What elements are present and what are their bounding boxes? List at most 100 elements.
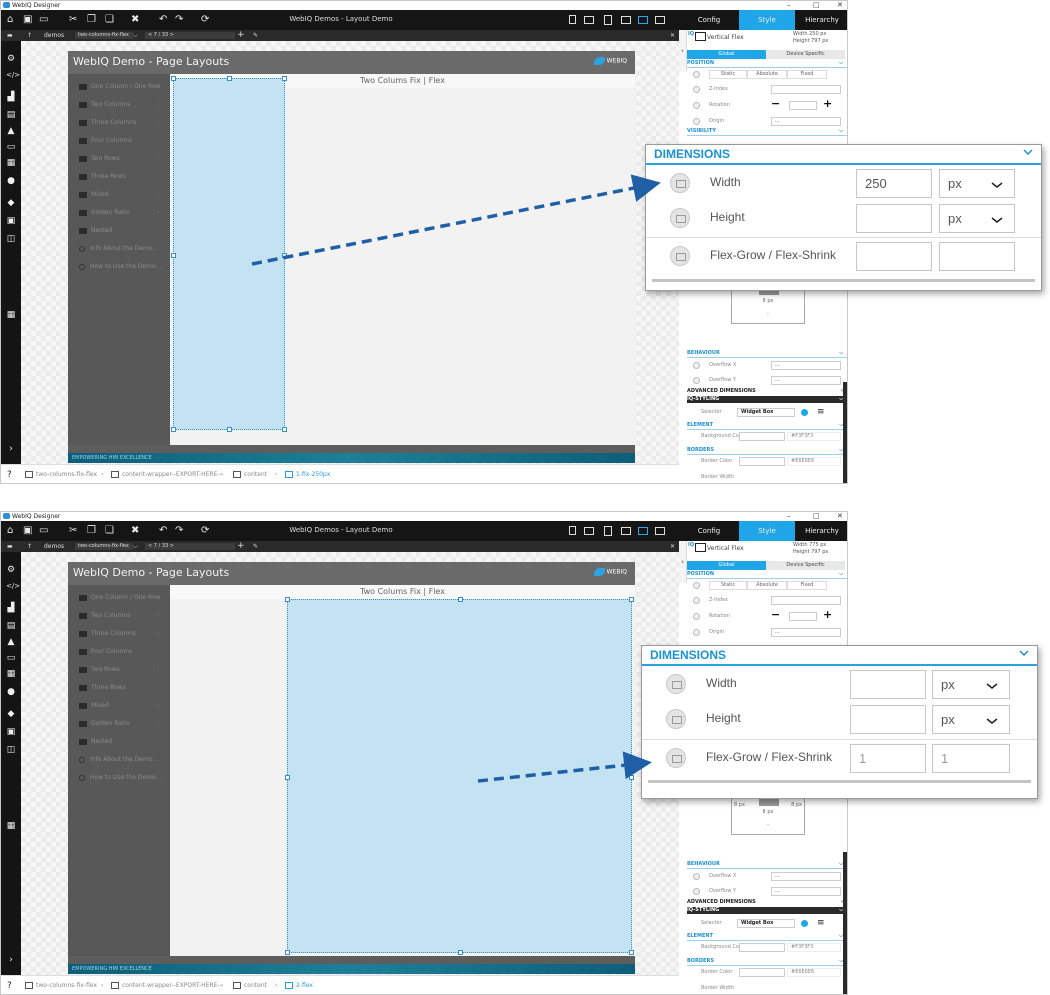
resize-handle[interactable]: [629, 775, 634, 780]
resize-handle[interactable]: [285, 597, 290, 602]
panel-scrollbar[interactable]: [843, 382, 847, 483]
nav-item[interactable]: Four Columns: [79, 647, 169, 657]
height-reset-icon[interactable]: [666, 709, 686, 729]
up-button[interactable]: ↑: [27, 541, 32, 552]
components-icon[interactable]: ⚙: [6, 55, 16, 64]
breadcrumb-item[interactable]: content-wrapper--EXPORT-HERE--: [111, 976, 222, 994]
device-phone-landscape-icon[interactable]: [584, 527, 594, 535]
border-color-value[interactable]: #E6E6E6: [787, 457, 841, 466]
resize-handle[interactable]: [629, 597, 634, 602]
rotation-increment[interactable]: +: [823, 98, 832, 109]
resize-handle[interactable]: [227, 76, 232, 81]
resize-handle[interactable]: [282, 427, 287, 432]
device-phone-portrait-icon[interactable]: [569, 15, 576, 24]
page-counter[interactable]: < 7 / 33 >: [145, 543, 191, 550]
help-icon[interactable]: ?: [7, 465, 12, 483]
nav-item[interactable]: One Column / One Row: [79, 82, 169, 92]
popup-scrollbar[interactable]: [648, 780, 1031, 783]
nav-item[interactable]: Two Columns ›: [79, 611, 169, 621]
dimensions-header[interactable]: DIMENSIONS: [646, 145, 1041, 165]
expand-icon[interactable]: ›: [6, 445, 16, 454]
list-icon[interactable]: ▦: [6, 159, 16, 168]
width-input[interactable]: [850, 670, 926, 699]
close-page-button[interactable]: ✕: [670, 541, 675, 552]
breadcrumb-item[interactable]: two-columns-fix-flex: [25, 976, 97, 994]
resize-handle[interactable]: [282, 253, 287, 258]
nav-item[interactable]: Two Rows ›: [79, 665, 169, 675]
close-window-button[interactable]: ✕: [837, 512, 843, 521]
position-absolute-button[interactable]: Absolute: [747, 581, 787, 590]
nav-item[interactable]: One Column / One Row: [79, 593, 169, 603]
edit-icon[interactable]: ✎: [253, 30, 258, 41]
nav-item[interactable]: How to Use the Demo...: [79, 262, 169, 272]
resize-handle[interactable]: [171, 76, 176, 81]
tab-hierarchy[interactable]: Hierarchy: [795, 521, 847, 541]
flex-reset-icon[interactable]: [670, 246, 690, 266]
up-button[interactable]: ↑: [27, 30, 32, 41]
maximize-button[interactable]: □: [813, 512, 820, 521]
nav-item[interactable]: Nested: [79, 737, 169, 747]
project-name[interactable]: demos: [44, 30, 64, 41]
edit-icon[interactable]: ✎: [253, 541, 258, 552]
width-reset-icon[interactable]: [666, 674, 686, 694]
flex-shrink-input[interactable]: 1: [932, 744, 1010, 773]
border-color-swatch[interactable]: [739, 968, 785, 977]
widgets-icon[interactable]: ▟: [6, 93, 16, 102]
section-behaviour[interactable]: BEHAVIOUR ⌵: [687, 350, 847, 358]
grid-icon[interactable]: ▦: [6, 311, 16, 320]
page-select[interactable]: two-columns-fix-flex: [75, 543, 133, 550]
selector-target-icon[interactable]: [801, 409, 808, 416]
device-tablet-landscape-icon[interactable]: [621, 527, 631, 535]
height-input[interactable]: [850, 705, 926, 734]
tab-global[interactable]: Global: [687, 50, 766, 59]
nav-item[interactable]: Three Rows: [79, 172, 169, 182]
resize-handle[interactable]: [285, 775, 290, 780]
device-desktop-icon[interactable]: [638, 527, 648, 535]
nav-item[interactable]: Mixed ›: [79, 701, 169, 711]
resize-handle[interactable]: [285, 950, 290, 955]
page-search[interactable]: [191, 543, 235, 550]
input-icon[interactable]: ▭: [6, 654, 16, 663]
nav-item[interactable]: Golden Ratio ›: [79, 719, 169, 729]
tab-style[interactable]: Style: [739, 10, 795, 30]
position-fixed-button[interactable]: Fixed: [787, 70, 827, 79]
overflow-y-select[interactable]: ...: [771, 376, 841, 385]
position-static-button[interactable]: Static: [709, 581, 747, 590]
rotation-increment[interactable]: +: [823, 609, 832, 620]
tab-device-specific[interactable]: Device Specific: [766, 50, 845, 59]
chevron-down-icon[interactable]: ⌵: [133, 541, 138, 552]
tab-global[interactable]: Global: [687, 561, 766, 570]
page-counter[interactable]: < 7 / 33 >: [145, 32, 191, 39]
tab-style[interactable]: Style: [739, 521, 795, 541]
breadcrumb-item[interactable]: content-wrapper--EXPORT-HERE--: [111, 465, 222, 483]
origin-select[interactable]: ...: [771, 117, 841, 126]
resize-handle[interactable]: [458, 597, 463, 602]
screen-icon[interactable]: ▣: [6, 217, 16, 226]
nav-item[interactable]: Two Columns ›: [79, 100, 169, 110]
breadcrumb-item[interactable]: content: [233, 976, 267, 994]
collapse-panel-button[interactable]: ‹: [679, 541, 687, 583]
tab-config[interactable]: Config: [679, 10, 739, 30]
width-reset-icon[interactable]: [670, 173, 690, 193]
close-page-button[interactable]: ✕: [670, 30, 675, 41]
section-advanced-dimensions[interactable]: ADVANCED DIMENSIONS ‹: [687, 899, 847, 906]
page-search[interactable]: [191, 32, 235, 39]
design-canvas[interactable]: WebIQ Demo - Page Layouts WEBIQ One Colu…: [21, 41, 679, 464]
nav-item[interactable]: Info About the Demo...: [79, 244, 169, 254]
layout-icon[interactable]: ▤: [6, 622, 16, 631]
width-unit-select[interactable]: px: [932, 670, 1010, 699]
selector-input[interactable]: Widget Box: [737, 408, 795, 417]
selector-input[interactable]: Widget Box: [737, 919, 795, 928]
device-tablet-portrait-icon[interactable]: [604, 15, 612, 25]
list-icon[interactable]: ▦: [6, 670, 16, 679]
position-static-button[interactable]: Static: [709, 70, 747, 79]
user-icon[interactable]: ●: [6, 688, 16, 697]
resize-handle[interactable]: [458, 950, 463, 955]
expand-icon[interactable]: ›: [6, 956, 16, 965]
flex-grow-input[interactable]: 1: [850, 744, 926, 773]
add-page-button[interactable]: +: [237, 30, 245, 41]
components-icon[interactable]: ⚙: [6, 566, 16, 575]
breadcrumb-item[interactable]: two-columns-fix-flex: [25, 465, 97, 483]
background-color-value[interactable]: #F3F3F3: [787, 432, 841, 441]
panel-scrollbar[interactable]: [843, 852, 847, 994]
